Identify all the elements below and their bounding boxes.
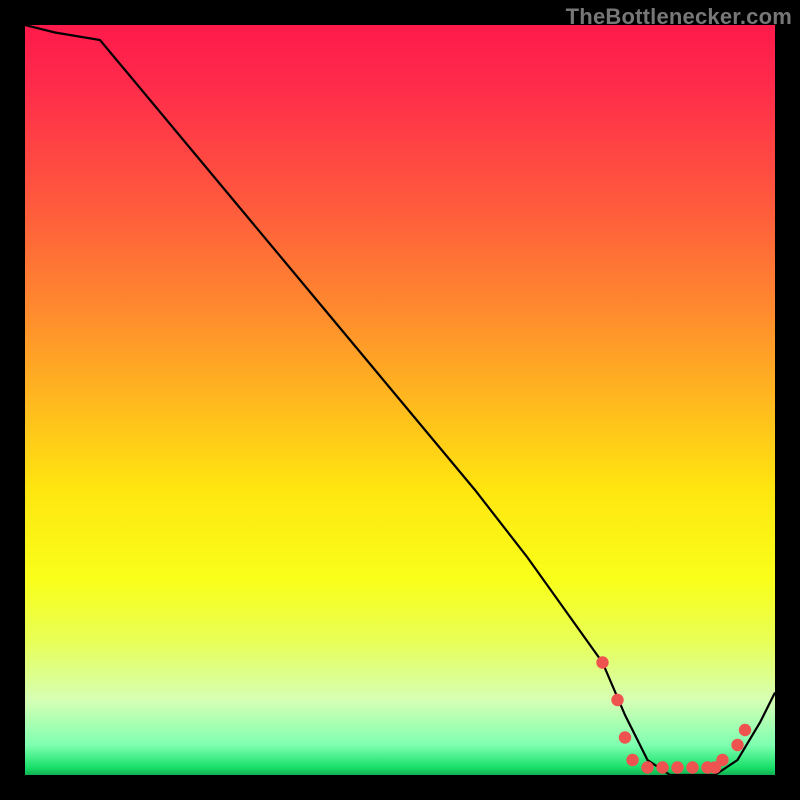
curve-marker (656, 761, 668, 773)
curve-marker (619, 731, 631, 743)
bottleneck-curve (25, 25, 775, 775)
curve-marker (731, 739, 743, 751)
marker-layer (596, 656, 751, 773)
curve-marker (611, 694, 623, 706)
curve-marker (686, 761, 698, 773)
chart-root: TheBottlenecker.com (0, 0, 800, 800)
plot-area (25, 25, 775, 775)
curve-marker (671, 761, 683, 773)
curve-marker (739, 724, 751, 736)
curve-marker (716, 754, 728, 766)
chart-svg (25, 25, 775, 775)
attribution-label: TheBottlenecker.com (566, 4, 792, 30)
curve-marker (641, 761, 653, 773)
curve-marker (596, 656, 608, 668)
curve-marker (626, 754, 638, 766)
